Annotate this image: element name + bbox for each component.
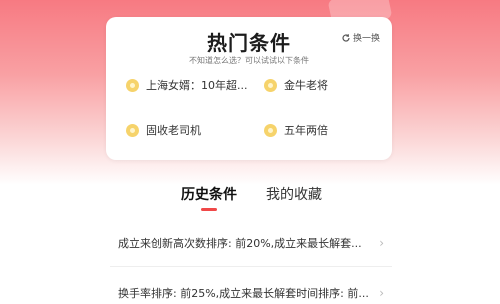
history-item[interactable]: 换手率排序: 前25%,成立来最长解套时间排序: 前... ›: [118, 282, 388, 304]
card-subtitle: 不知道怎么选？可以试试以下条件: [189, 56, 309, 65]
hot-item-label: 固收老司机: [146, 124, 201, 137]
coin-icon: [264, 123, 277, 137]
hot-item-label: 上海女婿：10年超...: [146, 79, 248, 92]
tab-favorites[interactable]: 我的收藏: [266, 184, 322, 204]
hot-item-label: 金牛老将: [284, 79, 328, 92]
coin-icon: [126, 123, 139, 137]
hot-item[interactable]: 固收老司机: [126, 122, 201, 138]
refresh-icon: [342, 33, 350, 42]
coin-icon: [264, 78, 277, 92]
coin-icon: [126, 78, 139, 92]
chevron-right-icon: ›: [379, 236, 384, 250]
divider: [110, 266, 392, 267]
chevron-right-icon: ›: [379, 286, 384, 300]
history-item[interactable]: 成立来创新高次数排序: 前20%,成立来最长解套... ›: [118, 232, 388, 254]
tab-history[interactable]: 历史条件: [181, 184, 237, 204]
hot-item[interactable]: 上海女婿：10年超...: [126, 77, 248, 93]
hot-item[interactable]: 金牛老将: [264, 77, 328, 93]
tab-bar: 历史条件 我的收藏: [0, 184, 500, 214]
history-item-text: 换手率排序: 前25%,成立来最长解套时间排序: 前...: [118, 287, 369, 300]
hot-item-label: 五年两倍: [284, 124, 328, 137]
active-tab-indicator: [201, 208, 217, 211]
hot-item[interactable]: 五年两倍: [264, 122, 328, 138]
refresh-button[interactable]: 换一换: [341, 31, 380, 44]
refresh-label: 换一换: [352, 34, 380, 44]
hot-conditions-card: 热门条件 换一换 不知道怎么选？可以试试以下条件 上海女婿：10年超... 金牛…: [106, 17, 392, 160]
history-item-text: 成立来创新高次数排序: 前20%,成立来最长解套...: [118, 237, 362, 250]
hot-items-grid: 上海女婿：10年超... 金牛老将 固收老司机 五年两倍: [126, 77, 376, 157]
